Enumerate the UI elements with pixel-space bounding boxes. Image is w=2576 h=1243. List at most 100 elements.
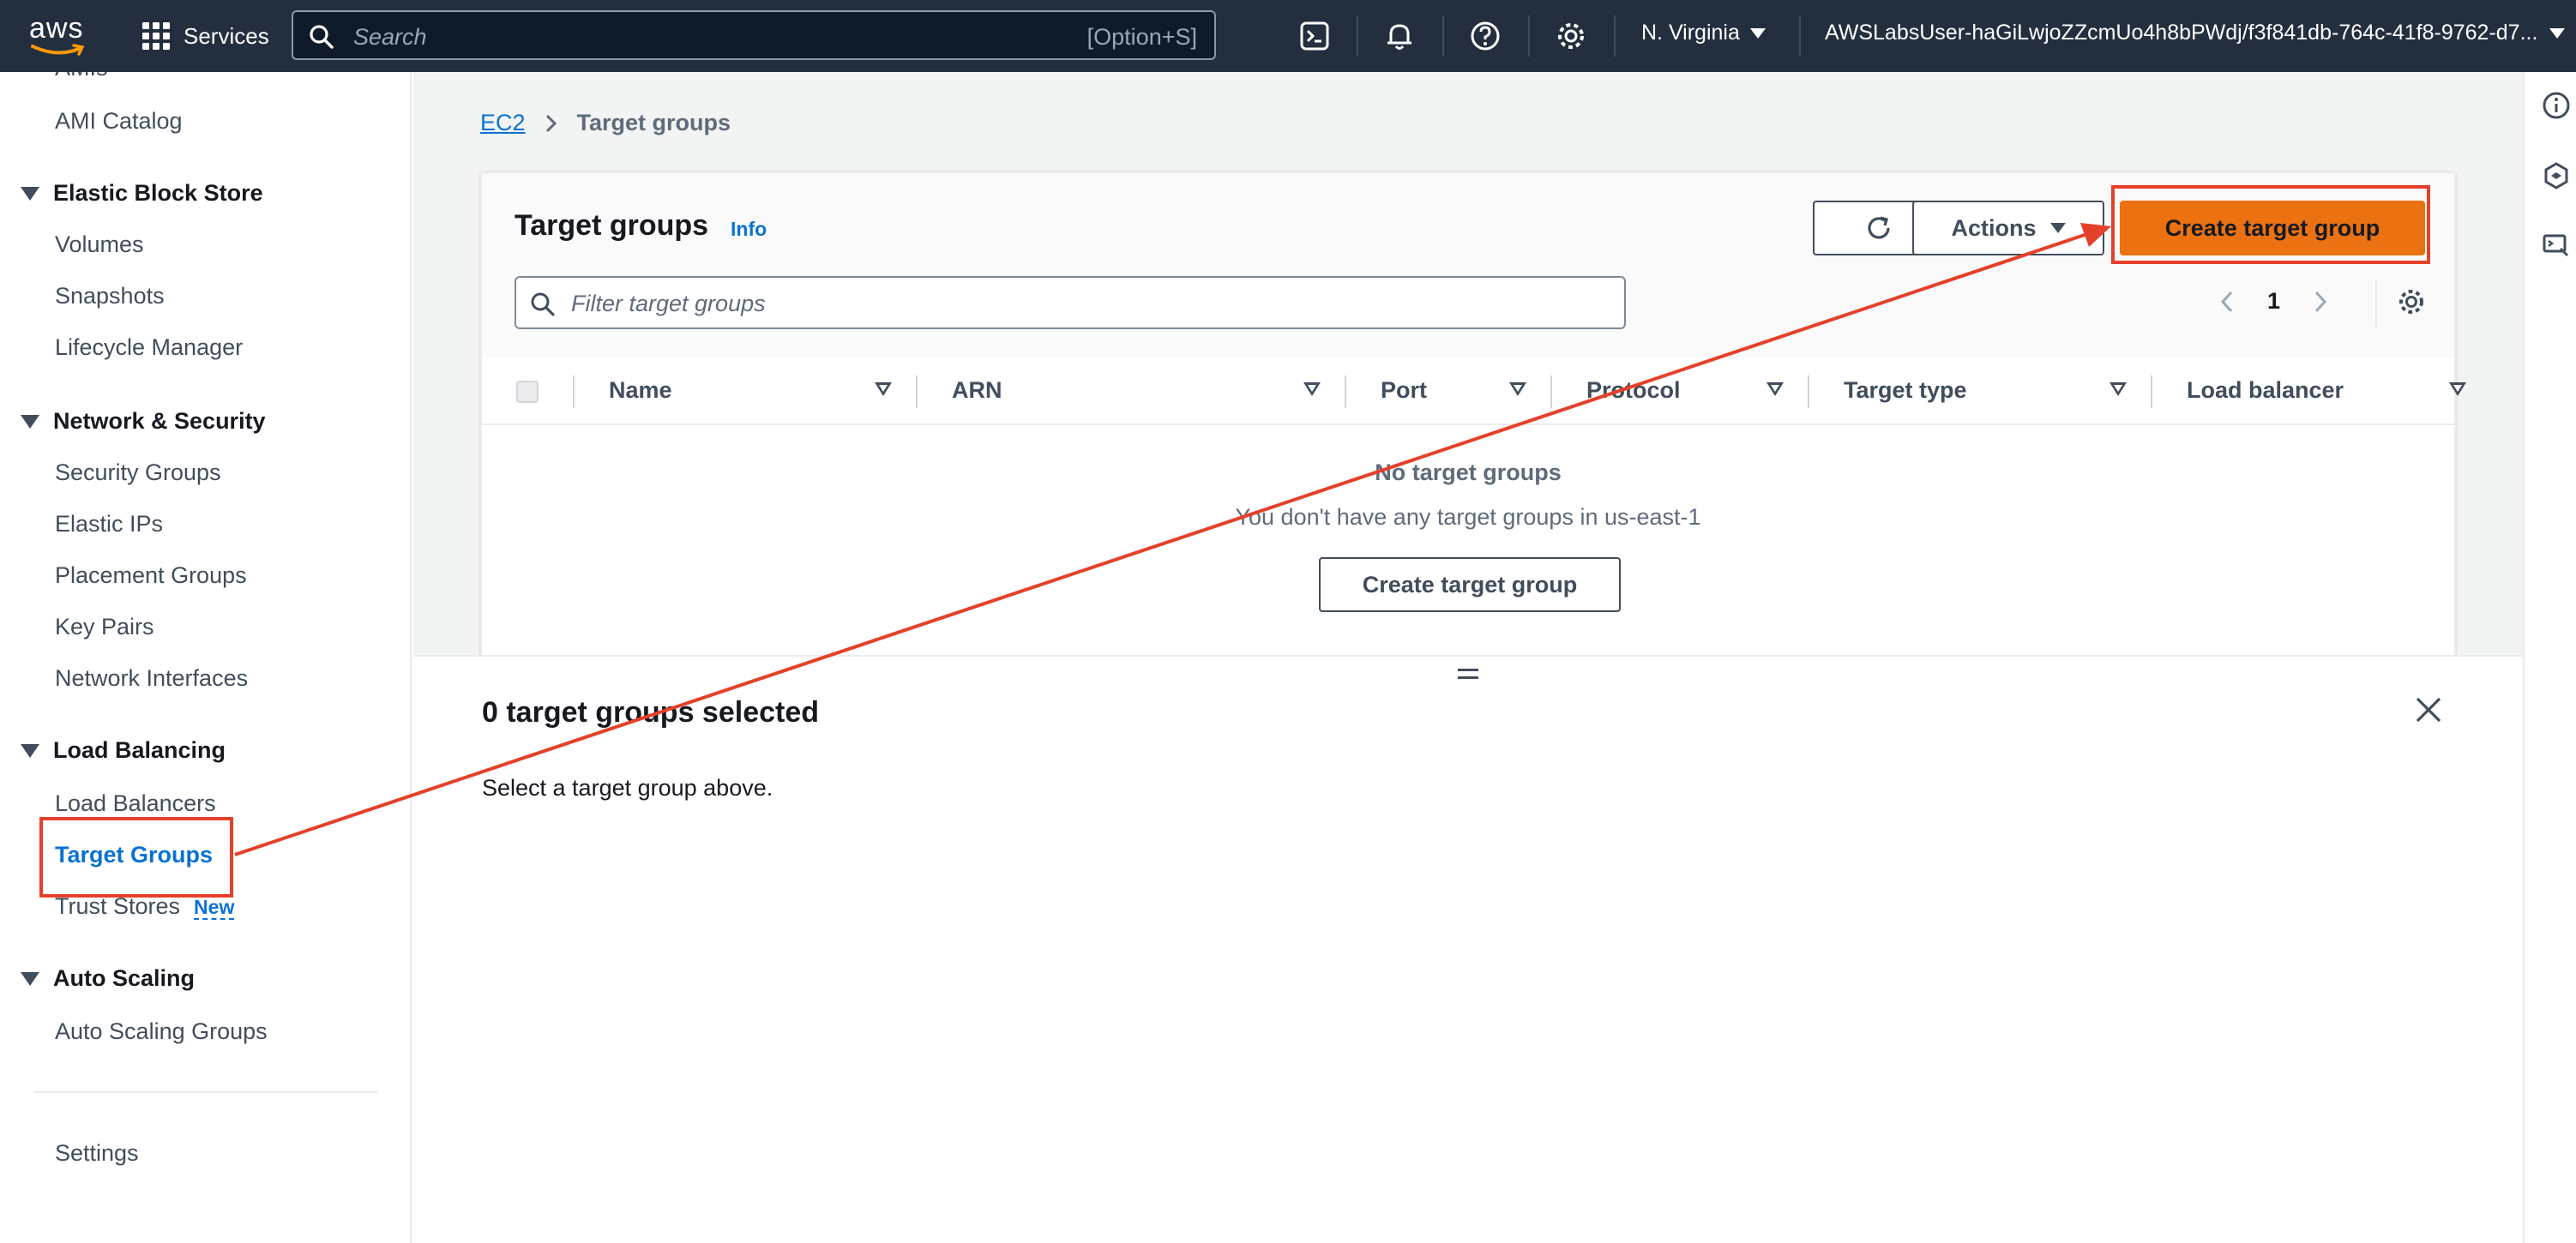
- table-header-area: Target groups Info Actions Create target…: [482, 173, 2454, 358]
- chevron-down-icon: [1749, 27, 1766, 39]
- services-menu-button[interactable]: Services: [142, 17, 269, 55]
- sidebar-item-elastic-ips[interactable]: Elastic IPs: [55, 511, 163, 537]
- sidebar-divider: [34, 1091, 377, 1093]
- current-page-number[interactable]: 1: [2267, 288, 2280, 315]
- search-placeholder: Search: [353, 24, 427, 50]
- info-link[interactable]: Info: [731, 218, 767, 241]
- account-label: AWSLabsUser-haGiLwjoZZcmUo4h8bPWdj/f3f84…: [1825, 21, 2538, 45]
- split-panel-description: Select a target group above.: [482, 775, 773, 801]
- chevron-right-icon[interactable]: [2313, 290, 2328, 314]
- nav-separator: [1357, 15, 1358, 57]
- nav-separator: [1442, 15, 1444, 57]
- global-search-input[interactable]: Search [Option+S]: [292, 10, 1216, 60]
- sort-icon[interactable]: [2110, 382, 2127, 396]
- sidebar-section-load-balancing[interactable]: Load Balancing: [21, 737, 226, 764]
- notifications-bell-icon[interactable]: [1382, 19, 1417, 53]
- search-icon: [310, 25, 334, 49]
- aws-logo-text: aws: [29, 12, 84, 45]
- breadcrumb: EC2 Target groups: [480, 110, 731, 136]
- column-header-target-type[interactable]: Target type: [1844, 377, 1967, 404]
- column-header-port[interactable]: Port: [1381, 377, 1427, 404]
- breadcrumb-current: Target groups: [576, 110, 731, 135]
- help-icon[interactable]: [1468, 19, 1502, 53]
- sort-icon[interactable]: [875, 382, 892, 396]
- aws-logo[interactable]: aws: [26, 12, 94, 58]
- hexagon-icon[interactable]: [2542, 161, 2571, 190]
- empty-state-create-target-group-button[interactable]: Create target group: [1319, 557, 1621, 612]
- target-groups-table-container: Target groups Info Actions Create target…: [480, 171, 2466, 655]
- column-separator[interactable]: [916, 375, 918, 408]
- column-separator[interactable]: [1550, 375, 1552, 408]
- sidebar-item-settings[interactable]: Settings: [55, 1140, 139, 1167]
- sidebar-section-label: Network & Security: [53, 408, 266, 434]
- pagination-separator: [2375, 279, 2377, 327]
- sidebar-item-amis[interactable]: AMIs: [55, 72, 108, 81]
- settings-gear-icon[interactable]: [1554, 19, 1588, 53]
- info-icon[interactable]: [2542, 91, 2571, 120]
- sidebar-item-trust-stores[interactable]: Trust Stores New: [55, 893, 235, 920]
- nav-separator: [1528, 15, 1530, 57]
- sidebar-item-label: Trust Stores: [55, 893, 181, 919]
- table-column-headers: Name ARN Port Protocol Target type Load …: [482, 358, 2466, 425]
- new-badge: New: [194, 896, 235, 920]
- sort-icon[interactable]: [1303, 382, 1321, 396]
- chevron-left-icon[interactable]: [2219, 290, 2235, 314]
- column-separator[interactable]: [1345, 375, 1346, 408]
- search-icon: [531, 292, 555, 316]
- split-panel-resize-handle[interactable]: [1458, 669, 1478, 684]
- sidebar-item-security-groups[interactable]: Security Groups: [55, 459, 221, 486]
- filter-target-groups-input[interactable]: Filter target groups: [515, 276, 1626, 329]
- apps-grid-icon: [142, 22, 170, 50]
- refresh-icon: [1868, 216, 1890, 239]
- split-panel: 0 target groups selected Select a target…: [413, 655, 2523, 1243]
- sort-icon[interactable]: [2449, 382, 2466, 396]
- sort-icon[interactable]: [1509, 382, 1526, 396]
- sidebar-item-key-pairs[interactable]: Key Pairs: [55, 614, 154, 640]
- breadcrumb-ec2-link[interactable]: EC2: [480, 110, 526, 136]
- sidebar-section-network-security[interactable]: Network & Security: [21, 408, 266, 435]
- sidebar-item-auto-scaling-groups[interactable]: Auto Scaling Groups: [55, 1018, 268, 1045]
- caret-down-icon: [21, 186, 39, 201]
- close-icon[interactable]: [2413, 694, 2444, 725]
- sidebar-item-placement-groups[interactable]: Placement Groups: [55, 562, 247, 589]
- sidebar-section-label: Load Balancing: [53, 737, 226, 763]
- select-all-checkbox[interactable]: [516, 381, 539, 403]
- column-separator[interactable]: [1808, 375, 1809, 408]
- empty-state-description: You don't have any target groups in us-e…: [1235, 504, 1701, 530]
- actions-dropdown-button[interactable]: Actions: [1912, 201, 2104, 255]
- table-preferences-gear-icon[interactable]: [2396, 286, 2427, 317]
- sidebar-section-label: Elastic Block Store: [53, 180, 263, 206]
- sidebar-item-load-balancers[interactable]: Load Balancers: [55, 790, 216, 817]
- caret-down-icon: [21, 743, 39, 758]
- services-label: Services: [184, 22, 269, 49]
- sidebar-section-label: Auto Scaling: [53, 965, 196, 991]
- cloudshell-icon[interactable]: [1298, 19, 1333, 53]
- sidebar-section-auto-scaling[interactable]: Auto Scaling: [21, 965, 195, 992]
- caret-down-icon: [21, 414, 39, 429]
- sidebar-item-target-groups[interactable]: Target Groups: [55, 842, 213, 868]
- column-separator[interactable]: [2151, 375, 2152, 408]
- filter-placeholder: Filter target groups: [571, 291, 766, 316]
- column-header-load-balancer[interactable]: Load balancer: [2187, 377, 2344, 404]
- column-header-arn[interactable]: ARN: [952, 377, 1002, 404]
- empty-state-title: No target groups: [1375, 459, 1562, 485]
- sort-icon[interactable]: [1766, 382, 1784, 396]
- sidebar-item-volumes[interactable]: Volumes: [55, 231, 144, 258]
- create-target-group-button[interactable]: Create target group: [2120, 201, 2425, 255]
- chevron-right-icon: [545, 114, 557, 132]
- chevron-down-icon: [2549, 27, 2566, 39]
- account-menu[interactable]: AWSLabsUser-haGiLwjoZZcmUo4h8bPWdj/f3f84…: [1825, 21, 2566, 45]
- region-label: N. Virginia: [1641, 21, 1740, 45]
- sidebar-item-lifecycle-manager[interactable]: Lifecycle Manager: [55, 334, 243, 361]
- sidebar-section-elastic-block-store[interactable]: Elastic Block Store: [21, 180, 263, 207]
- side-navigation: AMIs AMI Catalog Elastic Block Store Vol…: [0, 72, 412, 1243]
- sidebar-item-ami-catalog[interactable]: AMI Catalog: [55, 108, 183, 135]
- column-header-protocol[interactable]: Protocol: [1586, 377, 1681, 404]
- caret-down-icon: [2049, 223, 2066, 233]
- aws-smile-icon: [31, 44, 85, 56]
- sidebar-item-snapshots[interactable]: Snapshots: [55, 283, 165, 309]
- feedback-icon[interactable]: [2542, 231, 2571, 261]
- sidebar-item-network-interfaces[interactable]: Network Interfaces: [55, 665, 248, 692]
- column-header-name[interactable]: Name: [609, 377, 672, 404]
- region-selector[interactable]: N. Virginia: [1641, 21, 1766, 45]
